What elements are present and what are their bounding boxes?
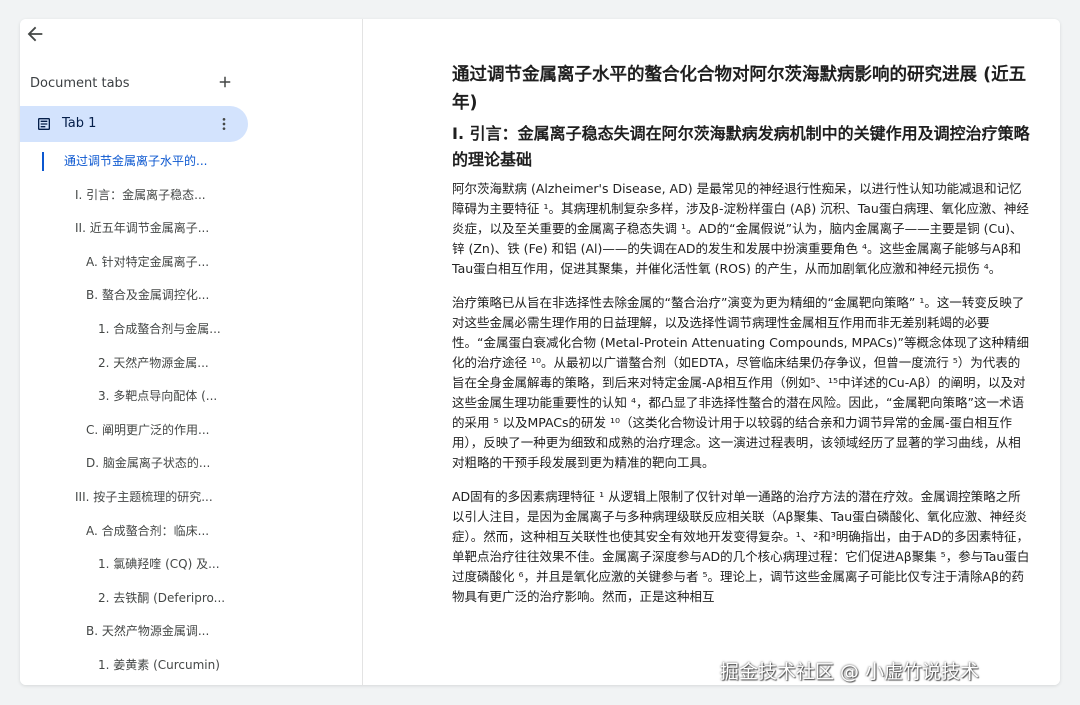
back-arrow-icon[interactable]	[24, 23, 46, 45]
document-icon	[36, 116, 52, 132]
tabs-header-title: Document tabs	[30, 76, 130, 91]
outline-item[interactable]: III. 按子主题梳理的研究...	[20, 481, 240, 515]
outline-item[interactable]: I. 引言：金属离子稳态...	[20, 179, 240, 213]
paragraph: 阿尔茨海默病 (Alzheimer's Disease, AD) 是最常见的神经…	[452, 181, 1029, 276]
document-body: 通过调节金属离子水平的螯合化合物对阿尔茨海默病影响的研究进展 (近五年) I. …	[452, 61, 1032, 621]
document-canvas: 通过调节金属离子水平的螯合化合物对阿尔茨海默病影响的研究进展 (近五年) I. …	[364, 19, 1060, 685]
outline-item[interactable]: B. 天然产物源金属调...	[20, 615, 240, 649]
section-heading: I. 引言：金属离子稳态失调在阿尔茨海默病发病机制中的关键作用及调控治疗策略的理…	[452, 124, 1030, 169]
outline-item[interactable]: 1. 氯碘羟喹 (CQ) 及...	[20, 548, 240, 582]
tabs-header: Document tabs	[30, 72, 240, 94]
document-title: 通过调节金属离子水平的螯合化合物对阿尔茨海默病影响的研究进展 (近五年)	[452, 65, 1027, 113]
outline-item[interactable]: A. 针对特定金属离子...	[20, 246, 240, 280]
app-window: Document tabs Tab 1 通过调节金属离子水平的... I. 引言：…	[20, 19, 1060, 685]
tab-item-tab-1[interactable]: Tab 1	[20, 106, 248, 142]
outline-item[interactable]: 1. 姜黄素 (Curcumin)	[20, 649, 240, 683]
outline-item[interactable]: D. 脑金属离子状态的...	[20, 447, 240, 481]
paragraph: 治疗策略已从旨在非选择性去除金属的“螯合治疗”演变为更为精细的“金属靶向策略” …	[452, 295, 1029, 470]
outline-item[interactable]: 1. 合成螯合剂与金属...	[20, 313, 240, 347]
more-vert-icon[interactable]	[216, 115, 232, 133]
outline-item[interactable]: 通过调节金属离子水平的...	[20, 145, 240, 179]
document-tabs-sidebar: Document tabs Tab 1 通过调节金属离子水平的... I. 引言：…	[20, 19, 363, 685]
outline-item[interactable]: 3. 多靶点导向配体 (...	[20, 380, 240, 414]
tab-label: Tab 1	[62, 116, 97, 131]
paragraph: AD固有的多因素病理特征 ¹ 从逻辑上限制了仅针对单一通路的治疗方法的潜在疗效。…	[452, 489, 1030, 604]
add-tab-plus-icon[interactable]	[216, 73, 234, 91]
outline-item[interactable]: 2. 去铁酮 (Deferipro...	[20, 582, 240, 616]
outline-item[interactable]: II. 近五年调节金属离子...	[20, 212, 240, 246]
watermark-text: 掘金技术社区 @ 小虚竹说技术	[720, 661, 980, 683]
outline-item[interactable]: 2. 天然产物源金属...	[20, 347, 240, 381]
document-outline: 通过调节金属离子水平的... I. 引言：金属离子稳态... II. 近五年调节金属…	[20, 145, 362, 683]
outline-item[interactable]: C. 阐明更广泛的作用...	[20, 414, 240, 448]
outline-item[interactable]: B. 螯合及金属调控化...	[20, 279, 240, 313]
outline-item[interactable]: A. 合成螯合剂：临床...	[20, 515, 240, 549]
